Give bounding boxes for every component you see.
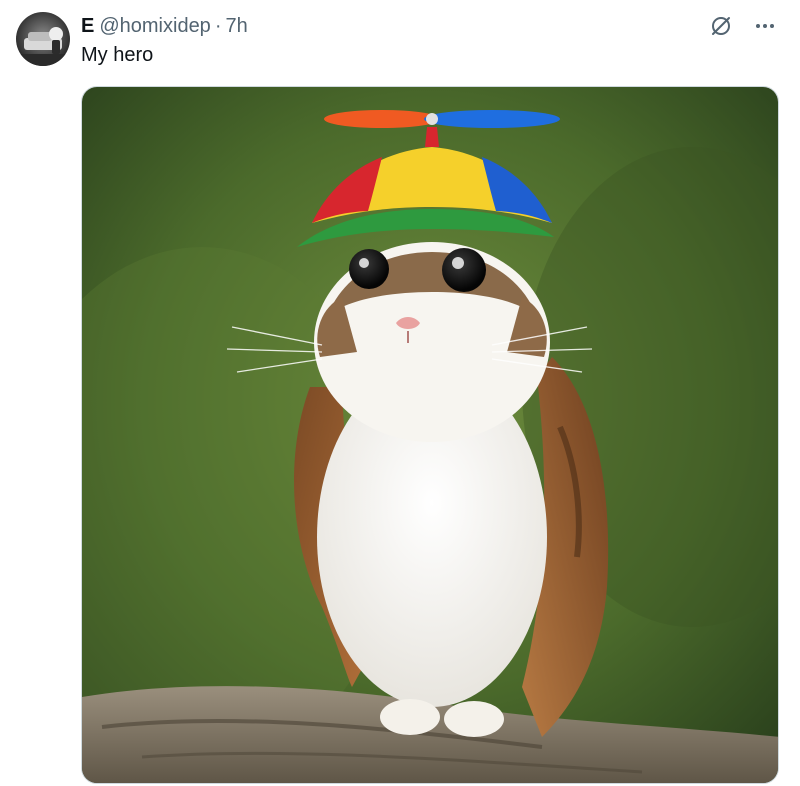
cat-owl-image <box>82 87 778 783</box>
user-handle[interactable]: @homixidep <box>99 13 210 39</box>
header-separator: · <box>214 15 222 37</box>
more-horizontal-icon[interactable] <box>752 13 778 39</box>
avatar[interactable] <box>16 12 70 66</box>
post-media-image[interactable] <box>81 86 779 784</box>
grok-slash-circle-icon[interactable] <box>708 13 734 39</box>
avatar-image <box>16 12 70 66</box>
post-timestamp[interactable]: 7h <box>225 13 247 39</box>
post-header: E @homixidep · 7h <box>81 13 248 39</box>
post: E @homixidep · 7h My hero <box>0 0 800 786</box>
post-text: My hero <box>81 44 154 66</box>
post-actions-top <box>708 13 778 39</box>
display-name[interactable]: E <box>81 13 94 39</box>
